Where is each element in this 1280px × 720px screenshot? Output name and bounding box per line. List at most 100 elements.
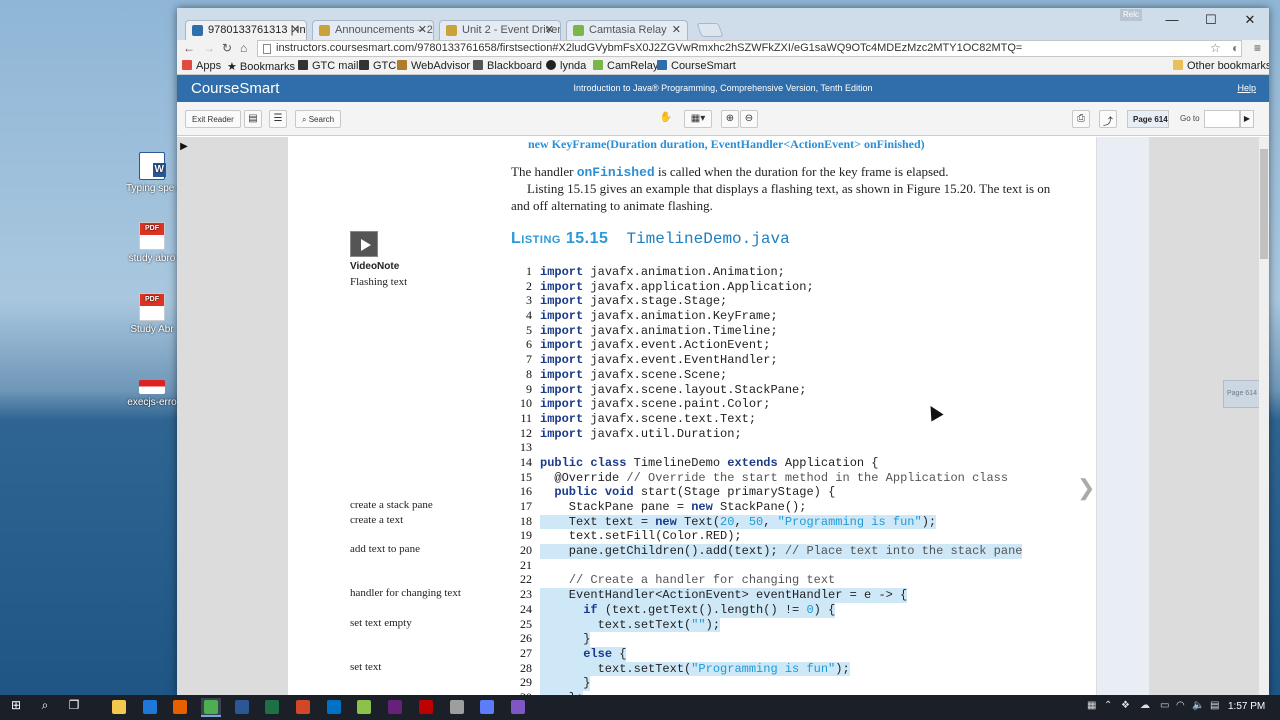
taskbar-filezilla-icon[interactable]	[416, 698, 436, 717]
tab-unit2[interactable]: Unit 2 - Event Driven ✕	[439, 20, 561, 40]
taskbar-firefox-icon[interactable]	[170, 698, 190, 717]
goto-page-input[interactable]	[1204, 110, 1240, 128]
task-view-icon[interactable]: ❐	[64, 698, 84, 717]
layout-menu-icon[interactable]: ▦▾	[684, 110, 712, 128]
bookmark-bookmarks[interactable]: ★ Bookmarks	[227, 60, 295, 73]
code-line: 26 }	[510, 631, 1022, 647]
extension-icon[interactable]: ◐	[1232, 41, 1239, 55]
vertical-scrollbar[interactable]	[1259, 137, 1269, 695]
close-tab-icon[interactable]: ✕	[291, 23, 300, 36]
taskbar-edge-icon[interactable]	[140, 698, 160, 717]
taskbar-notepad-plus-icon[interactable]	[354, 698, 374, 717]
maximize-icon[interactable]: ☐	[1196, 12, 1226, 28]
reload-icon[interactable]: ↻	[222, 41, 232, 55]
help-link[interactable]: Help	[1237, 83, 1256, 93]
wifi-icon[interactable]: ◠	[1176, 700, 1185, 711]
go-arrow-icon[interactable]: ▶	[1240, 110, 1254, 128]
taskbar-word-icon[interactable]	[232, 698, 252, 717]
close-tab-icon[interactable]: ✕	[672, 23, 681, 36]
folder-favicon-icon	[319, 25, 330, 36]
close-tab-icon[interactable]: ✕	[418, 23, 427, 36]
tab-announcements[interactable]: Announcements – 2( ✕	[312, 20, 434, 40]
taskbar-excel-icon[interactable]	[262, 698, 282, 717]
onedrive-icon[interactable]: ☁	[1140, 700, 1150, 711]
address-bar[interactable]: instructors.coursesmart.com/978013376165…	[257, 40, 1242, 57]
line-number: 18	[520, 513, 532, 528]
taskbar-chrome-icon[interactable]	[201, 698, 221, 717]
book-title: Introduction to Java® Programming, Compr…	[573, 83, 873, 93]
bookmark-lynda[interactable]: lynda	[546, 60, 586, 72]
back-icon[interactable]: ←	[183, 41, 195, 55]
tab-camtasia-relay[interactable]: Camtasia Relay ✕	[566, 20, 688, 40]
desktop-icon-execjs[interactable]: execjs-erro	[126, 380, 178, 409]
code-line: 15 @Override // Override the start metho…	[510, 470, 1022, 485]
code-line: 16 public void start(Stage primaryStage)…	[510, 484, 1022, 499]
bookmark-webadvisor[interactable]: WebAdvisor	[397, 60, 470, 72]
line-number: 2	[526, 278, 532, 293]
line-number: 23	[520, 587, 532, 602]
line-number: 14	[520, 454, 532, 469]
bookmark-star-icon[interactable]: ☆	[1210, 41, 1221, 55]
other-bookmarks[interactable]: Other bookmarks	[1173, 60, 1269, 72]
taskbar-app-gray-icon[interactable]	[447, 698, 467, 717]
page-view-icon[interactable]: ▤	[244, 110, 262, 128]
line-number: 15	[520, 469, 532, 484]
show-hidden-icons[interactable]: ⌃	[1104, 700, 1112, 711]
desktop-icon-study-abroad-2[interactable]: Study Abr	[126, 293, 178, 336]
zoom-out-icon[interactable]: ⊖	[740, 110, 758, 128]
code-text: pane.getChildren().add(text); // Place t…	[540, 544, 1023, 559]
taskbar-app-blue-icon[interactable]	[477, 698, 497, 717]
hand-tool-icon[interactable]: ✋	[657, 110, 675, 128]
code-line: 2 import javafx.application.Application;	[510, 279, 1022, 294]
taskbar-powerpoint-icon[interactable]	[293, 698, 313, 717]
dropbox-icon[interactable]: ❖	[1121, 700, 1130, 711]
bookmark-gtc[interactable]: GTC	[359, 60, 396, 72]
minimize-icon[interactable]: —	[1157, 12, 1187, 27]
expand-panel-icon[interactable]: ▶	[177, 137, 191, 159]
taskbar-outlook-icon[interactable]	[324, 698, 344, 717]
close-window-icon[interactable]: ✕	[1235, 12, 1265, 28]
new-tab-button[interactable]	[696, 23, 724, 37]
zoom-in-icon[interactable]: ⊕	[721, 110, 739, 128]
line-number: 26	[520, 631, 532, 646]
videonote-play-icon[interactable]	[350, 231, 378, 257]
paragraph-listing-intro: Listing 15.15 gives an example that disp…	[511, 181, 1051, 213]
table-of-contents-icon[interactable]: ☰	[269, 110, 287, 128]
taskbar-file-explorer-icon[interactable]	[109, 698, 129, 717]
bookmark-gtc-mail[interactable]: GTC mail	[298, 60, 358, 72]
line-number: 16	[520, 484, 532, 499]
code-line: 4 import javafx.animation.KeyFrame;	[510, 308, 1022, 323]
network-icon[interactable]: ▦	[1087, 700, 1096, 711]
start-icon[interactable]: ⊞	[6, 698, 26, 717]
exit-reader-button[interactable]: Exit Reader	[185, 110, 241, 128]
taskbar-clock[interactable]: 1:57 PM	[1228, 701, 1265, 712]
bookmark-camrelay[interactable]: CamRelay	[593, 60, 658, 72]
scrollbar-thumb[interactable]	[1260, 149, 1268, 259]
camrelay-icon	[593, 60, 603, 70]
taskbar-app-purple-icon[interactable]	[508, 698, 528, 717]
desktop-icon-typing[interactable]: Typing spe assignmen	[126, 152, 178, 195]
app-purple-icon	[511, 700, 525, 714]
menu-icon[interactable]: ≡	[1254, 41, 1261, 55]
user-profile-chip[interactable]: Relc	[1120, 9, 1142, 21]
bookmark-coursesmart[interactable]: CourseSmart	[657, 60, 736, 72]
share-icon[interactable]: ⤴	[1099, 110, 1117, 128]
bookmark-blackboard[interactable]: Blackboard	[473, 60, 542, 72]
code-line: 21	[510, 558, 1022, 573]
close-tab-icon[interactable]: ✕	[545, 23, 554, 36]
search-button[interactable]: ⌕ Search	[295, 110, 342, 128]
home-icon[interactable]: ⌂	[240, 41, 247, 55]
taskbar-visual-studio-icon[interactable]	[385, 698, 405, 717]
windows-taskbar: ⊞ ⌕ ❐ ▦ ⌃ ❖ ☁ ▭ ◠ 🔈 ▤ 1:57 PM	[0, 695, 1280, 720]
forward-icon[interactable]: →	[203, 41, 215, 55]
volume-icon[interactable]: 🔈	[1192, 700, 1204, 711]
desktop-icon-study-abroad[interactable]: study abro	[126, 222, 178, 265]
tab-coursesmart[interactable]: 9780133761313 | Intr ✕	[185, 20, 307, 40]
next-page-icon[interactable]: ❯	[1077, 475, 1095, 501]
search-icon[interactable]: ⌕	[35, 698, 55, 717]
code-line: 24 if (text.getText().length() != 0) {	[510, 602, 1022, 618]
battery-icon[interactable]: ▭	[1160, 700, 1169, 711]
print-icon[interactable]: ⎙	[1072, 110, 1090, 128]
bookmark-apps[interactable]: Apps	[182, 60, 221, 72]
notifications-icon[interactable]: ▤	[1210, 700, 1219, 711]
